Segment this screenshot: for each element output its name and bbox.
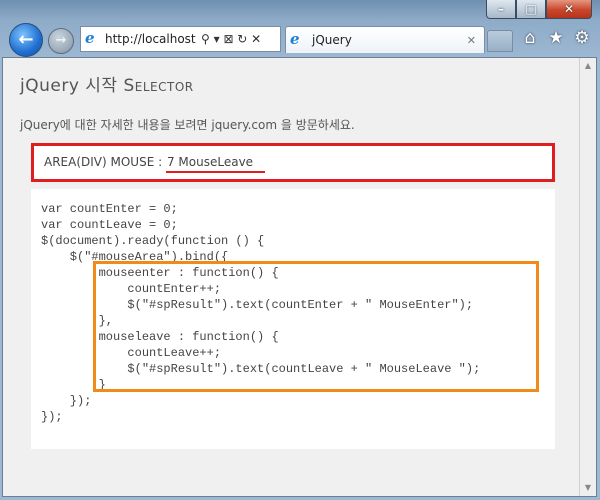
browser-window: – □ ✕ ← → e http://localhost:4 ⚲ ▾ ⊠ ↻ ✕… xyxy=(0,0,600,500)
favorites-star-icon[interactable]: ★ xyxy=(546,28,566,48)
code-line: }); xyxy=(41,394,92,408)
forward-arrow-icon: → xyxy=(55,33,67,49)
code-line: }, xyxy=(41,314,114,328)
ie-page-icon: e xyxy=(85,29,95,47)
close-icon: ✕ xyxy=(563,2,575,16)
code-line: countEnter++; xyxy=(41,282,222,296)
browser-tools: ⌂ ★ ⚙ xyxy=(520,28,592,48)
settings-gear-icon[interactable]: ⚙ xyxy=(572,28,592,48)
code-line: var countLeave = 0; xyxy=(41,218,178,232)
tab-close-icon[interactable]: ✕ xyxy=(467,34,476,47)
code-line: $(document).ready(function () { xyxy=(41,234,265,248)
code-line: $("#spResult").text(countLeave + " Mouse… xyxy=(41,362,481,376)
back-arrow-icon: ← xyxy=(18,29,34,51)
code-line: } xyxy=(41,378,106,392)
code-block: var countEnter = 0; var countLeave = 0; … xyxy=(31,189,555,449)
intro-text: jQuery에 대한 자세한 내용을 보려면 jquery.com 을 방문하세… xyxy=(20,118,355,132)
scroll-up-icon[interactable]: ▲ xyxy=(580,58,596,74)
ie-tab-icon: e xyxy=(290,30,300,48)
vertical-scrollbar[interactable]: ▲ ▼ xyxy=(579,58,596,496)
tab-title: jQuery xyxy=(312,33,352,47)
tab-jquery[interactable]: e jQuery ✕ xyxy=(285,26,485,53)
code-line: var countEnter = 0; xyxy=(41,202,178,216)
forward-button[interactable]: → xyxy=(48,28,74,54)
page-viewport: jQuery 시작 Selector jQuery에 대한 자세한 내용을 보려… xyxy=(2,57,597,497)
code-line: $("#mouseArea").bind({ xyxy=(41,250,229,264)
maximize-button[interactable]: □ xyxy=(516,0,546,19)
navigation-bar: ← → e http://localhost:4 ⚲ ▾ ⊠ ↻ ✕ e jQu… xyxy=(0,20,600,58)
page-title-selector: Selector xyxy=(123,76,194,96)
code-line: $("#spResult").text(countEnter + " Mouse… xyxy=(41,298,474,312)
address-bar[interactable]: e http://localhost:4 ⚲ ▾ ⊠ ↻ ✕ xyxy=(80,26,281,52)
home-icon[interactable]: ⌂ xyxy=(520,28,540,48)
address-tools[interactable]: ⚲ ▾ ⊠ ↻ ✕ xyxy=(201,32,261,46)
mouse-area-box[interactable]: AREA(DIV) MOUSE : 7 MouseLeave xyxy=(31,143,555,182)
new-tab-button[interactable] xyxy=(487,30,513,52)
back-button[interactable]: ← xyxy=(9,23,43,57)
result-label: AREA(DIV) MOUSE : xyxy=(44,155,166,169)
code-line: mouseleave : function() { xyxy=(41,330,279,344)
maximize-icon: □ xyxy=(525,2,537,16)
minimize-icon: – xyxy=(498,2,504,16)
result-value: 7 MouseLeave xyxy=(165,155,266,173)
page-content: jQuery 시작 Selector jQuery에 대한 자세한 내용을 보려… xyxy=(3,58,579,496)
code-line: }); xyxy=(41,410,63,424)
code-listing: var countEnter = 0; var countLeave = 0; … xyxy=(31,189,555,425)
scroll-down-icon[interactable]: ▼ xyxy=(580,480,596,496)
address-url[interactable]: http://localhost:4 xyxy=(105,32,197,46)
minimize-button[interactable]: – xyxy=(486,0,516,19)
page-title-main: jQuery 시작 xyxy=(20,76,118,96)
page-title: jQuery 시작 Selector xyxy=(20,71,194,96)
close-window-button[interactable]: ✕ xyxy=(546,0,592,19)
code-line: mouseenter : function() { xyxy=(41,266,279,280)
code-line: countLeave++; xyxy=(41,346,222,360)
window-caption-buttons: – □ ✕ xyxy=(486,0,592,20)
